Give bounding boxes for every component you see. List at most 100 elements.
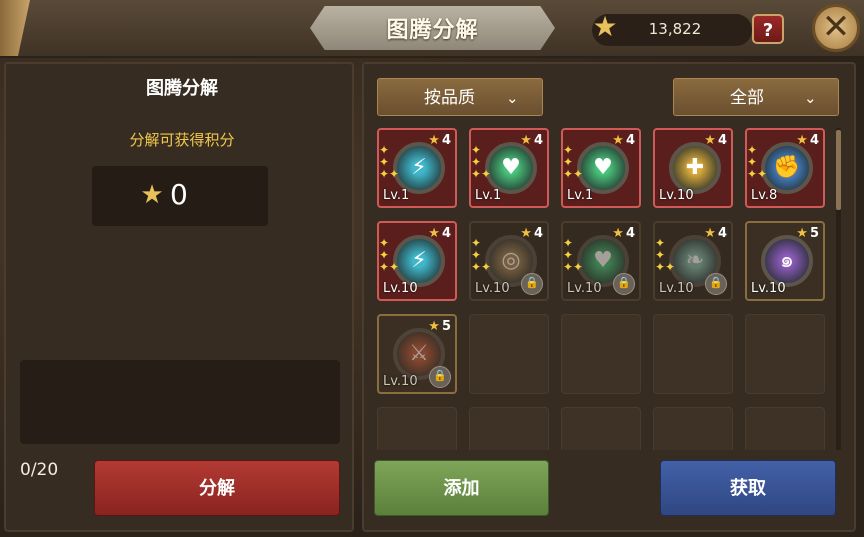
totem-grid: ⚡ ★ 4 Lv.1 ✦ ✦ ✦✦ ♥ ★ 4 Lv.1 ✦ ✦ ✦✦ ♥ ★ 4 Lv.1 ✦ ✦ ✦✦ ✚ ★ 4 Lv.1… xyxy=(377,128,837,450)
empty-slot xyxy=(745,407,825,450)
star-rating: ★ 5 xyxy=(428,319,451,334)
star-icon: ★ xyxy=(704,226,716,241)
empty-slot xyxy=(561,407,641,450)
totem-emblem: ♥ xyxy=(485,142,537,194)
star-coin-icon: ★ xyxy=(592,10,618,43)
totem-emblem: ♥ xyxy=(577,142,629,194)
totem-emblem: ✊ xyxy=(761,142,813,194)
vortex-icon: ๑ xyxy=(780,248,794,273)
star-rating: ★ 4 xyxy=(428,133,451,148)
empty-slot xyxy=(469,407,549,450)
totem-item[interactable]: ⚔ ★ 5 Lv.10 🔒 xyxy=(377,314,457,394)
totem-level: Lv.10 xyxy=(383,374,418,389)
star-coin-icon: ★ xyxy=(140,180,164,210)
lock-icon: 🔒 xyxy=(521,273,543,295)
star-count: 4 xyxy=(533,226,543,241)
fist-icon: ✊ xyxy=(773,155,801,180)
totem-level: Lv.10 xyxy=(567,281,602,296)
star-count: 4 xyxy=(809,133,819,148)
chevron-down-icon: ⌄ xyxy=(506,89,519,107)
empty-slot xyxy=(561,314,641,394)
currency-value: 13,822 xyxy=(648,20,702,38)
totem-emblem: ✚ xyxy=(669,142,721,194)
totem-item[interactable]: ⚡ ★ 4 Lv.10 ✦ ✦ ✦✦ xyxy=(377,221,457,301)
claw-icon: ⚡ xyxy=(411,248,427,273)
star-icon: ★ xyxy=(612,133,624,148)
sparkle-icon: ✦ ✦ ✦✦ xyxy=(379,236,400,274)
sparkle-icon: ✦ ✦ ✦✦ xyxy=(655,236,676,274)
star-icon: ★ xyxy=(428,226,440,241)
decompose-button[interactable]: 分解 xyxy=(94,460,340,516)
lock-icon: 🔒 xyxy=(613,273,635,295)
add-button[interactable]: 添加 xyxy=(374,460,549,516)
star-count: 5 xyxy=(809,226,819,241)
close-icon: ✕ xyxy=(821,7,851,47)
star-icon: ★ xyxy=(612,226,624,241)
totem-item[interactable]: ♥ ★ 4 Lv.1 ✦ ✦ ✦✦ xyxy=(469,128,549,208)
star-rating: ★ 4 xyxy=(520,133,543,148)
star-count: 4 xyxy=(625,226,635,241)
lock-icon: 🔒 xyxy=(429,366,451,388)
totem-item[interactable]: ✊ ★ 4 Lv.8 ✦ ✦ ✦✦ xyxy=(745,128,825,208)
selected-slot-area xyxy=(20,360,340,444)
totem-item[interactable]: ✚ ★ 4 Lv.10 xyxy=(653,128,733,208)
sparkle-icon: ✦ ✦ ✦✦ xyxy=(563,236,584,274)
scrollbar-thumb[interactable] xyxy=(836,130,841,210)
empty-slot xyxy=(653,314,733,394)
panel-subtitle: 分解可获得积分 xyxy=(129,131,235,149)
star-icon: ★ xyxy=(428,319,440,334)
sparkle-icon: ✦ ✦ ✦✦ xyxy=(379,143,400,181)
quality-sort-label: 按品质 xyxy=(424,88,475,108)
points-value: 0 xyxy=(170,178,188,211)
totem-level: Lv.10 xyxy=(383,281,418,296)
star-rating: ★ 4 xyxy=(520,226,543,241)
totem-level: Lv.10 xyxy=(659,281,694,296)
shield-icon: ✚ xyxy=(685,155,705,180)
totem-item[interactable]: ♥ ★ 4 Lv.10 ✦ ✦ ✦✦ 🔒 xyxy=(561,221,641,301)
star-icon: ★ xyxy=(520,133,532,148)
obtain-button[interactable]: 获取 xyxy=(660,460,836,516)
star-rating: ★ 4 xyxy=(796,133,819,148)
category-filter-label: 全部 xyxy=(730,88,764,108)
star-rating: ★ 4 xyxy=(704,133,727,148)
close-button[interactable]: ✕ xyxy=(812,4,860,52)
page-title: 图腾分解 xyxy=(386,18,479,43)
sparkle-icon: ✦ ✦ ✦✦ xyxy=(471,143,492,181)
lock-icon: 🔒 xyxy=(705,273,727,295)
star-count: 4 xyxy=(717,226,727,241)
star-icon: ★ xyxy=(428,133,440,148)
totem-item[interactable]: ◎ ★ 4 Lv.10 ✦ ✦ ✦✦ 🔒 xyxy=(469,221,549,301)
totem-level: Lv.1 xyxy=(567,188,594,203)
totem-item[interactable]: ❧ ★ 4 Lv.10 ✦ ✦ ✦✦ 🔒 xyxy=(653,221,733,301)
star-rating: ★ 4 xyxy=(428,226,451,241)
star-icon: ★ xyxy=(796,133,808,148)
totem-item[interactable]: ♥ ★ 4 Lv.1 ✦ ✦ ✦✦ xyxy=(561,128,641,208)
help-button[interactable]: ? xyxy=(752,14,784,44)
totem-emblem: ⚡ xyxy=(393,142,445,194)
totem-item[interactable]: ⚡ ★ 4 Lv.1 ✦ ✦ ✦✦ xyxy=(377,128,457,208)
star-rating: ★ 4 xyxy=(704,226,727,241)
chevron-down-icon: ⌄ xyxy=(804,89,817,107)
quality-sort-dropdown[interactable]: 按品质 ⌄ xyxy=(377,78,543,116)
category-filter-dropdown[interactable]: 全部 ⌄ xyxy=(673,78,839,116)
star-icon: ★ xyxy=(796,226,808,241)
star-count: 4 xyxy=(441,226,451,241)
star-count: 4 xyxy=(441,133,451,148)
totem-item[interactable]: ๑ ★ 5 Lv.10 xyxy=(745,221,825,301)
empty-slot xyxy=(745,314,825,394)
panel-title: 图腾分解 xyxy=(146,78,218,99)
claw-icon: ⚡ xyxy=(411,155,427,180)
totem-level: Lv.8 xyxy=(751,188,778,203)
heart-plus-icon: ♥ xyxy=(593,155,613,180)
star-count: 4 xyxy=(533,133,543,148)
star-rating: ★ 4 xyxy=(612,133,635,148)
empty-slot xyxy=(653,407,733,450)
star-icon: ★ xyxy=(704,133,716,148)
star-rating: ★ 5 xyxy=(796,226,819,241)
star-count: 4 xyxy=(625,133,635,148)
totem-level: Lv.1 xyxy=(383,188,410,203)
empty-slot xyxy=(469,314,549,394)
totem-level: Lv.10 xyxy=(659,188,694,203)
totem-emblem: ๑ xyxy=(761,235,813,287)
selection-counter: 0/20 xyxy=(20,460,59,480)
